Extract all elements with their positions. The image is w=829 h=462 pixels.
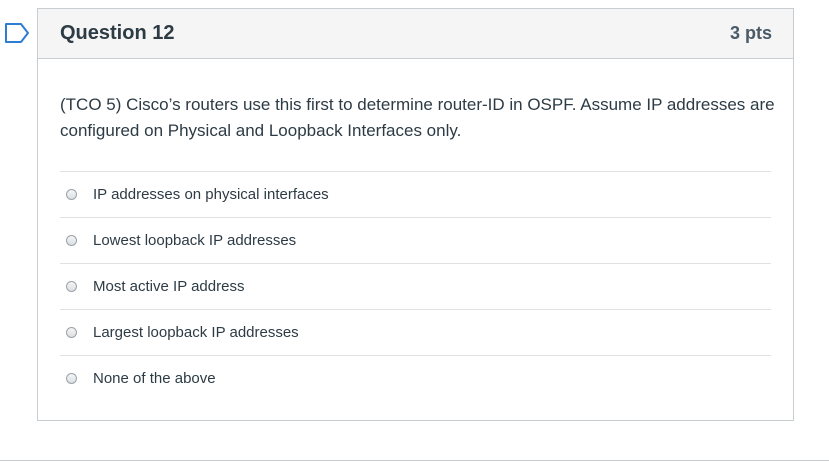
page-divider [0, 460, 829, 461]
radio-button[interactable] [66, 372, 77, 384]
question-body: (TCO 5) Cisco’s routers use this first t… [38, 59, 793, 400]
answer-label[interactable]: None of the above [93, 370, 216, 387]
answer-label[interactable]: Most active IP address [93, 278, 244, 295]
radio-button[interactable] [66, 326, 77, 338]
answer-label[interactable]: Lowest loopback IP addresses [93, 232, 296, 249]
question-text: (TCO 5) Cisco’s routers use this first t… [60, 95, 775, 140]
answer-option[interactable]: None of the above [60, 355, 771, 400]
question-title: Question 12 [60, 22, 175, 44]
question-header: Question 12 3 pts [38, 9, 793, 59]
radio-button[interactable] [66, 234, 77, 246]
answer-label[interactable]: IP addresses on physical interfaces [93, 186, 329, 203]
radio-button[interactable] [66, 188, 77, 200]
answer-list: IP addresses on physical interfaces Lowe… [60, 171, 771, 400]
bookmark-flag-icon[interactable] [4, 22, 30, 44]
answer-option[interactable]: Most active IP address [60, 263, 771, 308]
question-card: Question 12 3 pts (TCO 5) Cisco’s router… [37, 8, 794, 421]
answer-label[interactable]: Largest loopback IP addresses [93, 324, 299, 341]
question-points: 3 pts [729, 23, 772, 43]
answer-option[interactable]: Largest loopback IP addresses [60, 309, 771, 354]
answer-option[interactable]: IP addresses on physical interfaces [60, 171, 771, 216]
answer-option[interactable]: Lowest loopback IP addresses [60, 217, 771, 262]
radio-button[interactable] [66, 280, 77, 292]
